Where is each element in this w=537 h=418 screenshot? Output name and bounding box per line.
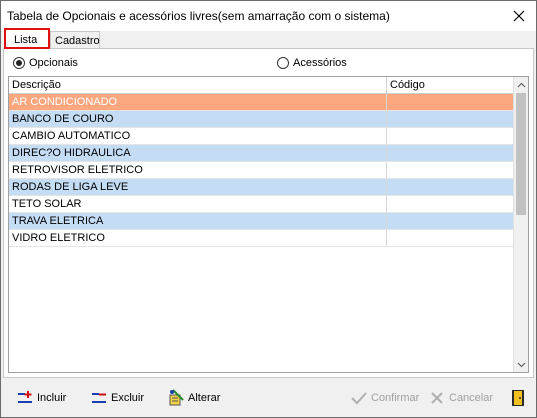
column-header-codigo[interactable]: Código bbox=[387, 77, 514, 94]
cell-codigo[interactable] bbox=[387, 145, 514, 161]
opcionais-grid: Descrição Código AR CONDICIONADO BANCO DE… bbox=[8, 76, 529, 373]
incluir-icon bbox=[15, 389, 35, 407]
table-row[interactable]: BANCO DE COURO bbox=[9, 111, 514, 128]
scroll-thumb[interactable] bbox=[516, 93, 526, 215]
radio-opcionais-indicator[interactable] bbox=[13, 57, 25, 69]
radio-acessorios[interactable]: Acessórios bbox=[277, 57, 347, 69]
cancel-x-icon bbox=[427, 389, 447, 407]
excluir-button[interactable]: Excluir bbox=[89, 387, 144, 409]
radio-acessorios-indicator[interactable] bbox=[277, 57, 289, 69]
table-row[interactable]: RODAS DE LIGA LEVE bbox=[9, 179, 514, 196]
close-button[interactable] bbox=[502, 1, 536, 31]
table-row[interactable]: AR CONDICIONADO bbox=[9, 94, 514, 111]
radio-acessorios-label: Acessórios bbox=[293, 57, 347, 69]
table-row[interactable]: RETROVISOR ELETRICO bbox=[9, 162, 514, 179]
cell-descricao[interactable]: DIREC?O HIDRAULICA bbox=[9, 145, 387, 161]
cell-codigo[interactable] bbox=[387, 196, 514, 212]
excluir-label: Excluir bbox=[111, 392, 145, 404]
cell-descricao[interactable]: AR CONDICIONADO bbox=[9, 94, 387, 110]
cell-codigo[interactable] bbox=[387, 230, 514, 246]
tab-cadastro[interactable]: Cadastro bbox=[50, 31, 100, 49]
cell-descricao[interactable]: VIDRO ELETRICO bbox=[9, 230, 387, 246]
grid-rows: AR CONDICIONADO BANCO DE COURO CAMBIO AUTO… bbox=[9, 94, 514, 247]
exit-button[interactable] bbox=[508, 387, 530, 409]
cell-descricao[interactable]: CAMBIO AUTOMATICO bbox=[9, 128, 387, 144]
alterar-button[interactable]: Alterar bbox=[166, 387, 220, 409]
cell-descricao[interactable]: RETROVISOR ELETRICO bbox=[9, 162, 387, 178]
table-row[interactable]: VIDRO ELETRICO bbox=[9, 230, 514, 247]
cell-codigo[interactable] bbox=[387, 213, 514, 229]
scroll-up-button[interactable] bbox=[514, 77, 528, 92]
table-row[interactable]: TRAVA ELETRICA bbox=[9, 213, 514, 230]
alterar-icon bbox=[166, 389, 186, 407]
check-icon bbox=[349, 389, 369, 407]
alterar-label: Alterar bbox=[188, 392, 221, 404]
cell-descricao[interactable]: RODAS DE LIGA LEVE bbox=[9, 179, 387, 195]
vertical-scrollbar[interactable] bbox=[513, 77, 528, 372]
cell-codigo[interactable] bbox=[387, 128, 514, 144]
cell-codigo[interactable] bbox=[387, 94, 514, 110]
dialog-window: Tabela de Opcionais e acessórios livres(… bbox=[0, 0, 537, 418]
cell-descricao[interactable]: TETO SOLAR bbox=[9, 196, 387, 212]
title-bar: Tabela de Opcionais e acessórios livres(… bbox=[1, 1, 536, 31]
cell-codigo[interactable] bbox=[387, 179, 514, 195]
tab-strip: Lista Cadastro bbox=[3, 28, 534, 49]
chevron-up-icon bbox=[517, 82, 525, 87]
table-row[interactable]: CAMBIO AUTOMATICO bbox=[9, 128, 514, 145]
cell-codigo[interactable] bbox=[387, 162, 514, 178]
scroll-down-button[interactable] bbox=[514, 357, 528, 372]
lista-panel: Opcionais Acessórios Descrição Código AR… bbox=[3, 48, 534, 378]
radio-opcionais-label: Opcionais bbox=[29, 57, 78, 69]
cell-descricao[interactable]: TRAVA ELETRICA bbox=[9, 213, 387, 229]
column-header-descricao[interactable]: Descrição bbox=[9, 77, 387, 94]
exit-door-icon bbox=[508, 389, 528, 407]
cell-descricao[interactable]: BANCO DE COURO bbox=[9, 111, 387, 127]
radio-opcionais[interactable]: Opcionais bbox=[13, 57, 78, 69]
filter-radio-group: Opcionais Acessórios bbox=[4, 53, 533, 73]
incluir-button[interactable]: Incluir bbox=[15, 387, 66, 409]
excluir-icon bbox=[89, 389, 109, 407]
cancelar-button[interactable]: Cancelar bbox=[427, 387, 493, 409]
cancelar-label: Cancelar bbox=[449, 392, 494, 404]
bottom-toolbar: Incluir Excluir Alterar Confirmar Cancel… bbox=[3, 380, 534, 414]
table-row[interactable]: DIREC?O HIDRAULICA bbox=[9, 145, 514, 162]
cell-codigo[interactable] bbox=[387, 111, 514, 127]
grid-header: Descrição Código bbox=[9, 77, 514, 94]
chevron-down-icon bbox=[517, 362, 525, 367]
incluir-label: Incluir bbox=[37, 392, 67, 404]
confirmar-button[interactable]: Confirmar bbox=[349, 387, 419, 409]
close-icon bbox=[513, 10, 525, 22]
table-row[interactable]: TETO SOLAR bbox=[9, 196, 514, 213]
window-title: Tabela de Opcionais e acessórios livres(… bbox=[7, 9, 390, 23]
confirmar-label: Confirmar bbox=[371, 392, 420, 404]
tab-lista[interactable]: Lista bbox=[4, 28, 50, 49]
